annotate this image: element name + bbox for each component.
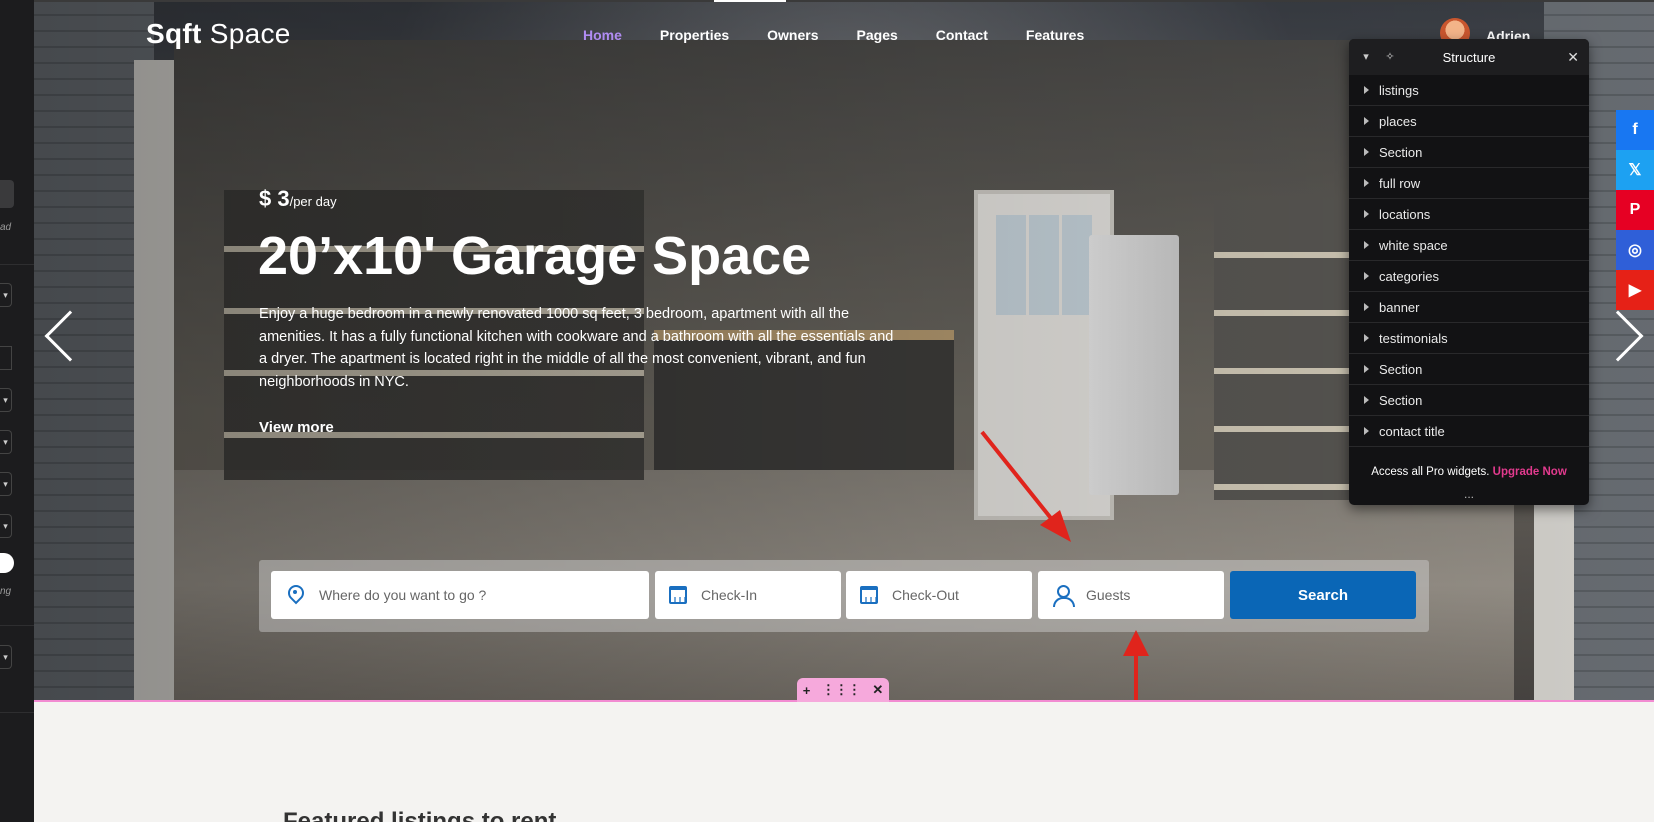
annotation-arrow-diagonal bbox=[980, 430, 1071, 542]
expand-icon[interactable] bbox=[1364, 272, 1369, 280]
structure-panel: ▾ ✧ Structure ✕ listings places Section … bbox=[1349, 39, 1589, 505]
structure-item-label: banner bbox=[1379, 299, 1420, 315]
structure-item-label: categories bbox=[1379, 268, 1439, 284]
structure-item-label: places bbox=[1379, 113, 1417, 129]
drag-handle-icon[interactable]: ⋮⋮⋮ bbox=[822, 682, 861, 698]
structure-item[interactable]: full row bbox=[1349, 168, 1589, 199]
structure-item[interactable]: categories bbox=[1349, 261, 1589, 292]
structure-item[interactable]: Section bbox=[1349, 137, 1589, 168]
featured-section bbox=[34, 702, 1654, 822]
expand-icon[interactable] bbox=[1364, 210, 1369, 218]
expand-icon[interactable] bbox=[1364, 86, 1369, 94]
expand-icon[interactable] bbox=[1364, 241, 1369, 249]
structure-item-label: Section bbox=[1379, 361, 1423, 377]
facebook-icon[interactable]: f bbox=[1616, 110, 1654, 150]
structure-item-label: testimonials bbox=[1379, 330, 1448, 346]
expand-icon[interactable] bbox=[1364, 396, 1369, 404]
structure-item[interactable]: places bbox=[1349, 106, 1589, 137]
structure-item-label: locations bbox=[1379, 206, 1431, 222]
upgrade-notice: Access all Pro widgets. Upgrade Now bbox=[1349, 466, 1589, 478]
add-section-icon[interactable]: + bbox=[803, 683, 811, 698]
pinterest-icon[interactable]: P bbox=[1616, 190, 1654, 230]
upgrade-link[interactable]: Upgrade Now bbox=[1493, 466, 1567, 478]
instagram-icon[interactable]: ◎ bbox=[1616, 230, 1654, 270]
structure-item[interactable]: contact title bbox=[1349, 416, 1589, 447]
structure-item[interactable]: Section bbox=[1349, 385, 1589, 416]
panel-header: ▾ ✧ Structure ✕ bbox=[1349, 39, 1589, 75]
structure-item-label: white space bbox=[1379, 237, 1448, 253]
arrow-shaft bbox=[980, 430, 1060, 529]
close-icon[interactable]: ✕ bbox=[1567, 49, 1579, 66]
expand-icon[interactable] bbox=[1364, 117, 1369, 125]
expand-icon[interactable] bbox=[1364, 334, 1369, 342]
expand-icon[interactable] bbox=[1364, 179, 1369, 187]
structure-item[interactable]: banner bbox=[1349, 292, 1589, 323]
structure-item[interactable]: white space bbox=[1349, 230, 1589, 261]
youtube-icon[interactable]: ▶ bbox=[1616, 270, 1654, 310]
section-toolbar: + ⋮⋮⋮ ✕ bbox=[797, 678, 889, 702]
upgrade-text: Access all Pro widgets. bbox=[1371, 466, 1490, 478]
structure-item-label: contact title bbox=[1379, 423, 1445, 439]
featured-heading: Featured listings to rent bbox=[283, 808, 557, 822]
structure-item-label: full row bbox=[1379, 175, 1421, 191]
delete-section-icon[interactable]: ✕ bbox=[872, 682, 883, 698]
structure-item[interactable]: locations bbox=[1349, 199, 1589, 230]
x-icon[interactable]: 𝕏 bbox=[1616, 150, 1654, 190]
structure-item-label: Section bbox=[1379, 392, 1423, 408]
arrow-head bbox=[1040, 510, 1071, 542]
expand-icon[interactable] bbox=[1364, 427, 1369, 435]
expand-icon[interactable] bbox=[1364, 365, 1369, 373]
social-share-bar: f 𝕏 P ◎ ▶ bbox=[1616, 110, 1654, 310]
structure-item-label: Section bbox=[1379, 144, 1423, 160]
arrow-head bbox=[1123, 630, 1149, 656]
more-icon[interactable]: ... bbox=[1349, 487, 1589, 501]
structure-item[interactable]: listings bbox=[1349, 75, 1589, 106]
expand-icon[interactable] bbox=[1364, 148, 1369, 156]
structure-item-label: listings bbox=[1379, 82, 1419, 98]
structure-item[interactable]: Section bbox=[1349, 354, 1589, 385]
panel-title: Structure bbox=[1442, 49, 1496, 65]
structure-item[interactable]: testimonials bbox=[1349, 323, 1589, 354]
expand-icon[interactable] bbox=[1364, 303, 1369, 311]
